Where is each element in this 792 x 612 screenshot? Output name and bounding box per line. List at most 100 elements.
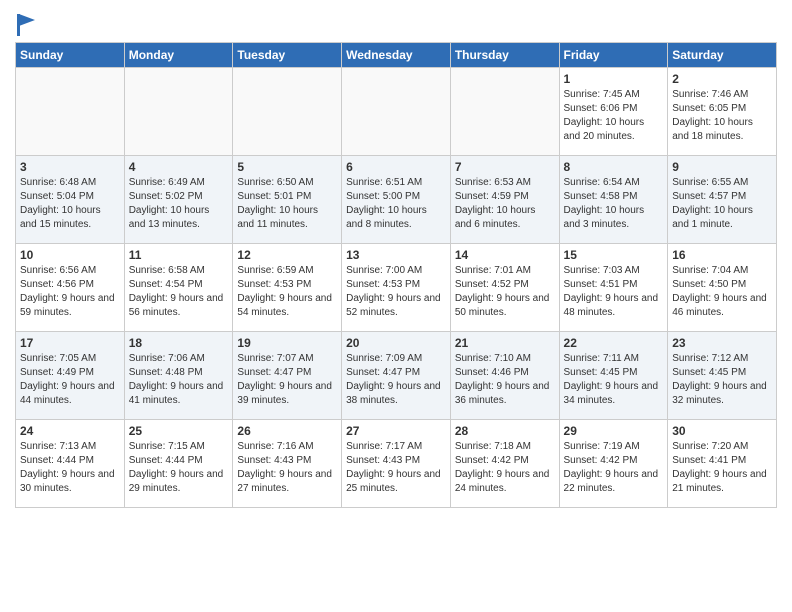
calendar-cell: 20 Sunrise: 7:09 AM Sunset: 4:47 PM Dayli… [342, 332, 451, 420]
calendar-cell: 28 Sunrise: 7:18 AM Sunset: 4:42 PM Dayli… [450, 420, 559, 508]
calendar-cell: 4Sunrise: 6:49 AM Sunset: 5:02 PM Daylig… [124, 156, 233, 244]
day-number: 1 [564, 72, 664, 86]
week-row-2: 3 Sunrise: 6:48 AM Sunset: 5:04 PM Daylig… [16, 156, 777, 244]
day-number: 4 [129, 160, 229, 174]
header-day-thursday: Thursday [450, 43, 559, 68]
day-info: Sunrise: 6:56 AM Sunset: 4:56 PM Dayligh… [20, 264, 120, 320]
header-day-wednesday: Wednesday [342, 43, 451, 68]
logo [15, 14, 35, 36]
day-number: 22 [564, 336, 664, 350]
day-info: Sunrise: 6:48 AM Sunset: 5:04 PM Dayligh… [20, 176, 120, 232]
day-info: Sunrise: 6:50 AM Sunset: 5:01 PM Dayligh… [237, 176, 337, 232]
calendar-cell: 21 Sunrise: 7:10 AM Sunset: 4:46 PM Dayli… [450, 332, 559, 420]
calendar-cell: 13 Sunrise: 7:00 AM Sunset: 4:53 PM Dayli… [342, 244, 451, 332]
day-number: 12 [237, 248, 337, 262]
calendar-cell: 27 Sunrise: 7:17 AM Sunset: 4:43 PM Dayli… [342, 420, 451, 508]
week-row-4: 17 Sunrise: 7:05 AM Sunset: 4:49 PM Dayli… [16, 332, 777, 420]
calendar-cell: 23 Sunrise: 7:12 AM Sunset: 4:45 PM Dayli… [668, 332, 777, 420]
calendar-cell: 30 Sunrise: 7:20 AM Sunset: 4:41 PM Dayli… [668, 420, 777, 508]
day-info: Sunrise: 7:12 AM Sunset: 4:45 PM Dayligh… [672, 352, 772, 408]
day-number: 10 [20, 248, 120, 262]
day-number: 18 [129, 336, 229, 350]
day-number: 23 [672, 336, 772, 350]
calendar-cell: 2Sunrise: 7:46 AM Sunset: 6:05 PM Daylig… [668, 68, 777, 156]
day-info: Sunrise: 7:17 AM Sunset: 4:43 PM Dayligh… [346, 440, 446, 496]
day-number: 6 [346, 160, 446, 174]
day-info: Sunrise: 6:55 AM Sunset: 4:57 PM Dayligh… [672, 176, 772, 232]
calendar-cell: 11 Sunrise: 6:58 AM Sunset: 4:54 PM Dayli… [124, 244, 233, 332]
week-row-5: 24Sunrise: 7:13 AM Sunset: 4:44 PM Dayli… [16, 420, 777, 508]
header-day-sunday: Sunday [16, 43, 125, 68]
day-info: Sunrise: 7:45 AM Sunset: 6:06 PM Dayligh… [564, 88, 664, 144]
calendar-cell: 17 Sunrise: 7:05 AM Sunset: 4:49 PM Dayli… [16, 332, 125, 420]
calendar-cell: 29 Sunrise: 7:19 AM Sunset: 4:42 PM Dayli… [559, 420, 668, 508]
day-number: 17 [20, 336, 120, 350]
day-number: 3 [20, 160, 120, 174]
calendar-cell: 24Sunrise: 7:13 AM Sunset: 4:44 PM Dayli… [16, 420, 125, 508]
calendar-cell: 15 Sunrise: 7:03 AM Sunset: 4:51 PM Dayli… [559, 244, 668, 332]
day-number: 11 [129, 248, 229, 262]
calendar-cell: 25Sunrise: 7:15 AM Sunset: 4:44 PM Dayli… [124, 420, 233, 508]
calendar-cell [124, 68, 233, 156]
day-number: 19 [237, 336, 337, 350]
header-day-tuesday: Tuesday [233, 43, 342, 68]
day-info: Sunrise: 7:01 AM Sunset: 4:52 PM Dayligh… [455, 264, 555, 320]
calendar-cell: 19 Sunrise: 7:07 AM Sunset: 4:47 PM Dayli… [233, 332, 342, 420]
day-info: Sunrise: 7:07 AM Sunset: 4:47 PM Dayligh… [237, 352, 337, 408]
calendar-cell: 1 Sunrise: 7:45 AM Sunset: 6:06 PM Daylig… [559, 68, 668, 156]
calendar-cell: 12 Sunrise: 6:59 AM Sunset: 4:53 PM Dayli… [233, 244, 342, 332]
calendar-cell: 14 Sunrise: 7:01 AM Sunset: 4:52 PM Dayli… [450, 244, 559, 332]
header-day-saturday: Saturday [668, 43, 777, 68]
calendar-header-row: SundayMondayTuesdayWednesdayThursdayFrid… [16, 43, 777, 68]
day-number: 27 [346, 424, 446, 438]
day-number: 21 [455, 336, 555, 350]
day-number: 13 [346, 248, 446, 262]
calendar-cell: 22 Sunrise: 7:11 AM Sunset: 4:45 PM Dayli… [559, 332, 668, 420]
day-info: Sunrise: 6:53 AM Sunset: 4:59 PM Dayligh… [455, 176, 555, 232]
calendar-cell: 26 Sunrise: 7:16 AM Sunset: 4:43 PM Dayli… [233, 420, 342, 508]
day-info: Sunrise: 6:51 AM Sunset: 5:00 PM Dayligh… [346, 176, 446, 232]
day-info: Sunrise: 7:20 AM Sunset: 4:41 PM Dayligh… [672, 440, 772, 496]
day-number: 7 [455, 160, 555, 174]
day-number: 26 [237, 424, 337, 438]
day-info: Sunrise: 7:10 AM Sunset: 4:46 PM Dayligh… [455, 352, 555, 408]
day-info: Sunrise: 6:54 AM Sunset: 4:58 PM Dayligh… [564, 176, 664, 232]
day-info: Sunrise: 6:58 AM Sunset: 4:54 PM Dayligh… [129, 264, 229, 320]
calendar-cell: 7 Sunrise: 6:53 AM Sunset: 4:59 PM Daylig… [450, 156, 559, 244]
day-number: 9 [672, 160, 772, 174]
day-info: Sunrise: 7:00 AM Sunset: 4:53 PM Dayligh… [346, 264, 446, 320]
day-info: Sunrise: 7:03 AM Sunset: 4:51 PM Dayligh… [564, 264, 664, 320]
calendar-cell [233, 68, 342, 156]
day-number: 30 [672, 424, 772, 438]
day-info: Sunrise: 7:16 AM Sunset: 4:43 PM Dayligh… [237, 440, 337, 496]
day-info: Sunrise: 7:13 AM Sunset: 4:44 PM Dayligh… [20, 440, 120, 496]
day-number: 14 [455, 248, 555, 262]
calendar-cell: 6 Sunrise: 6:51 AM Sunset: 5:00 PM Daylig… [342, 156, 451, 244]
calendar-cell: 5Sunrise: 6:50 AM Sunset: 5:01 PM Daylig… [233, 156, 342, 244]
calendar-cell: 18Sunrise: 7:06 AM Sunset: 4:48 PM Dayli… [124, 332, 233, 420]
calendar-cell [342, 68, 451, 156]
day-number: 28 [455, 424, 555, 438]
day-info: Sunrise: 7:11 AM Sunset: 4:45 PM Dayligh… [564, 352, 664, 408]
calendar-cell: 16 Sunrise: 7:04 AM Sunset: 4:50 PM Dayli… [668, 244, 777, 332]
calendar-cell: 3 Sunrise: 6:48 AM Sunset: 5:04 PM Daylig… [16, 156, 125, 244]
calendar-cell: 10 Sunrise: 6:56 AM Sunset: 4:56 PM Dayli… [16, 244, 125, 332]
page-header [15, 10, 777, 36]
day-info: Sunrise: 7:05 AM Sunset: 4:49 PM Dayligh… [20, 352, 120, 408]
day-info: Sunrise: 7:09 AM Sunset: 4:47 PM Dayligh… [346, 352, 446, 408]
day-info: Sunrise: 7:15 AM Sunset: 4:44 PM Dayligh… [129, 440, 229, 496]
week-row-1: 1 Sunrise: 7:45 AM Sunset: 6:06 PM Daylig… [16, 68, 777, 156]
day-number: 29 [564, 424, 664, 438]
logo-flag-icon [17, 14, 35, 36]
calendar-table: SundayMondayTuesdayWednesdayThursdayFrid… [15, 42, 777, 508]
day-info: Sunrise: 7:04 AM Sunset: 4:50 PM Dayligh… [672, 264, 772, 320]
day-number: 20 [346, 336, 446, 350]
day-info: Sunrise: 7:19 AM Sunset: 4:42 PM Dayligh… [564, 440, 664, 496]
day-info: Sunrise: 6:59 AM Sunset: 4:53 PM Dayligh… [237, 264, 337, 320]
day-number: 15 [564, 248, 664, 262]
calendar-cell: 8Sunrise: 6:54 AM Sunset: 4:58 PM Daylig… [559, 156, 668, 244]
calendar-cell [16, 68, 125, 156]
day-info: Sunrise: 7:18 AM Sunset: 4:42 PM Dayligh… [455, 440, 555, 496]
day-number: 16 [672, 248, 772, 262]
day-info: Sunrise: 7:46 AM Sunset: 6:05 PM Dayligh… [672, 88, 772, 144]
